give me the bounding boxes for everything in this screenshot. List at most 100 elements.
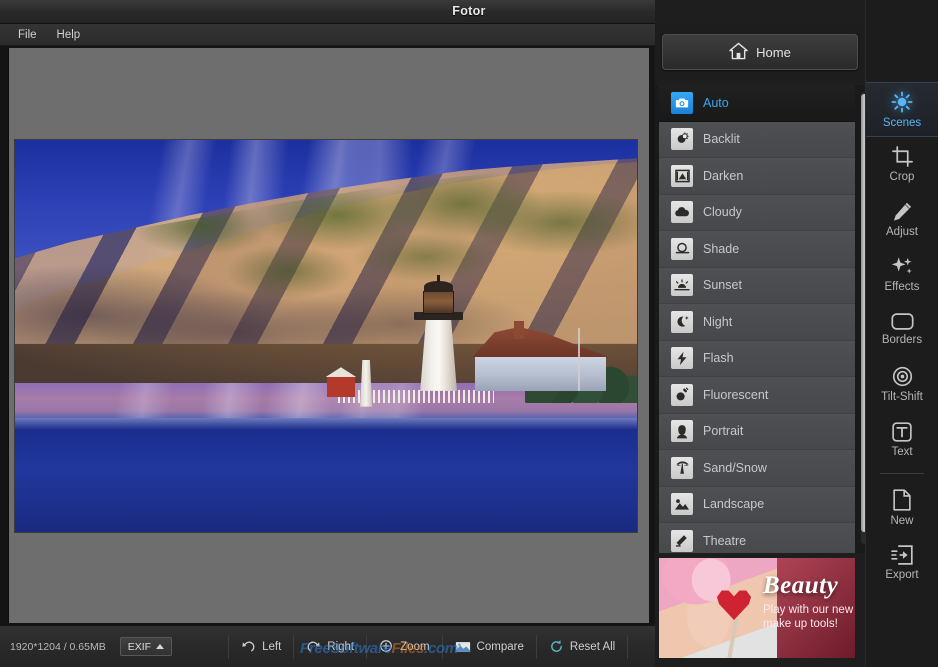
scene-label-night: Night [703,315,732,329]
home-button-area: Home [655,24,865,80]
menu-bar: File Help [0,24,655,46]
pencil-icon [892,201,913,222]
sun-icon [891,91,913,113]
scene-item-darken[interactable]: Darken [659,158,855,195]
toolbar-label-crop: Crop [890,171,915,183]
scene-item-sand-snow[interactable]: Sand/Snow [659,450,855,487]
text-icon [892,422,912,442]
scene-item-backlit[interactable]: Backlit [659,122,855,159]
editor-canvas[interactable] [8,48,649,623]
toolbar-item-effects[interactable]: Effects [866,247,938,302]
photo-lighthouse-tower [420,318,457,391]
toolbar-label-new: New [890,515,913,527]
scene-item-landscape[interactable]: Landscape [659,487,855,524]
photo-lighthouse [413,277,464,391]
scene-item-night[interactable]: Night [659,304,855,341]
exif-button[interactable]: EXIF [120,637,172,656]
border-icon [891,313,914,330]
right-toolbar: Scenes Crop Adjust Effects [865,0,938,667]
photo-chimney [514,321,523,340]
toolbar-item-scenes[interactable]: Scenes [866,82,938,137]
scene-item-auto[interactable]: Auto [659,85,855,122]
export-icon [891,545,913,565]
sparkle-icon [891,256,914,277]
scene-item-sunset[interactable]: Sunset [659,268,855,305]
cloud-icon [671,201,693,223]
ad-banner[interactable]: Beauty Play with our new make up tools! [659,558,855,658]
rotate-right-label: Right [327,641,354,653]
reset-icon [549,639,564,654]
toolbar-item-adjust[interactable]: Adjust [866,192,938,247]
scene-label-cloudy: Cloudy [703,205,742,219]
toolbar-item-tilt-shift[interactable]: Tilt-Shift [866,357,938,412]
photo-horizon-glint [15,418,637,430]
scene-item-theatre[interactable]: Theatre [659,523,855,553]
rotate-left-button[interactable]: Left [228,635,294,659]
document-icon [893,489,911,511]
caret-up-icon [156,644,164,649]
toolbar-label-export: Export [885,569,918,581]
zoom-button[interactable]: Zoom [367,635,442,659]
scene-item-fluorescent[interactable]: Fluorescent [659,377,855,414]
compare-label: Compare [477,641,524,653]
photo-preview[interactable] [15,140,637,532]
photo-lighthouse-dome [424,281,453,292]
scenes-list[interactable]: Auto Backlit Darken [659,85,855,553]
ad-model-image [659,558,777,658]
flash-icon [671,347,693,369]
toolbar-item-borders[interactable]: Borders [866,302,938,357]
reset-all-label: Reset All [570,641,615,653]
toolbar-item-new[interactable]: New [866,480,938,535]
canvas-area [0,46,655,625]
home-label: Home [756,45,791,60]
portrait-icon [671,420,693,442]
shade-icon [671,238,693,260]
moon-icon [671,311,693,333]
photo-lighthouse-gallery [414,312,463,320]
toolbar-label-scenes: Scenes [883,117,921,129]
photo-lighthouse-lantern [423,291,454,314]
sunset-icon [671,274,693,296]
toolbar-item-export[interactable]: Export [866,535,938,590]
scene-label-auto: Auto [703,96,729,110]
right-pane: Home Auto Backlit [655,0,938,667]
camera-icon [671,92,693,114]
home-button[interactable]: Home [662,34,858,70]
photo-antenna-pole [578,328,580,391]
rotate-right-button[interactable]: Right [294,635,367,659]
toolbar-label-effects: Effects [885,281,920,293]
photo-house-body [475,356,606,391]
photo-keeper-house [475,328,606,391]
toolbar-item-crop[interactable]: Crop [866,137,938,192]
bottom-toolbar: 1920*1204 / 0.65MB EXIF Left Right [0,625,655,667]
rotate-left-icon [241,639,256,654]
compare-button[interactable]: Compare [443,635,537,659]
menu-item-file[interactable]: File [18,29,37,41]
rotate-left-label: Left [262,641,281,653]
photo-red-shed [327,376,354,396]
compare-icon [455,640,471,654]
scene-label-flash: Flash [703,351,734,365]
scene-item-cloudy[interactable]: Cloudy [659,195,855,232]
scene-label-sunset: Sunset [703,278,742,292]
menu-item-help[interactable]: Help [57,29,81,41]
backlit-icon [671,128,693,150]
toolbar-label-borders: Borders [882,334,922,346]
scene-label-backlit: Backlit [703,132,740,146]
scene-label-sand-snow: Sand/Snow [703,461,767,475]
ad-title: Beauty [763,572,838,600]
scene-item-shade[interactable]: Shade [659,231,855,268]
toolbar-label-adjust: Adjust [886,226,918,238]
scene-item-portrait[interactable]: Portrait [659,414,855,451]
toolbar-item-text[interactable]: Text [866,412,938,467]
crop-icon [892,146,913,167]
rotate-right-icon [306,639,321,654]
reset-all-button[interactable]: Reset All [537,635,628,659]
toolbar-divider [880,473,924,474]
photo-sea [15,418,637,532]
image-tools: Left Right Zoom Compare [228,635,628,659]
scene-label-darken: Darken [703,169,743,183]
toolbar-label-text: Text [891,446,912,458]
scene-item-flash[interactable]: Flash [659,341,855,378]
scene-label-theatre: Theatre [703,534,746,548]
